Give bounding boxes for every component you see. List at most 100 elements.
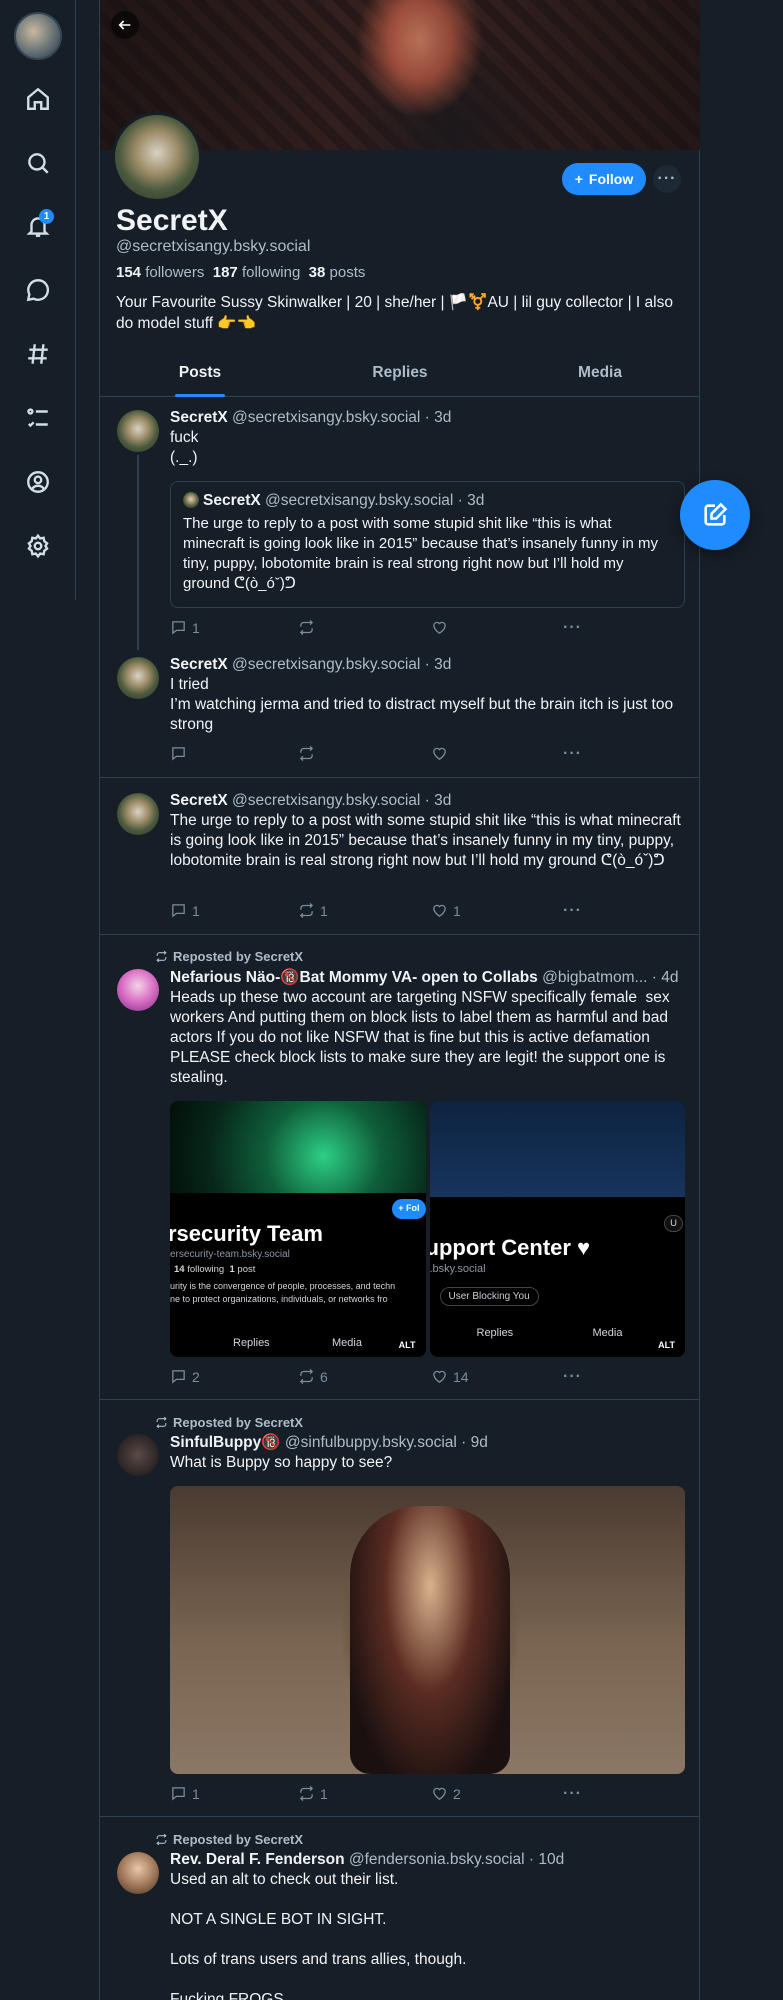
hashtag-icon[interactable] bbox=[20, 336, 56, 372]
like-count: 1 bbox=[453, 902, 461, 919]
followers-count[interactable]: 154 bbox=[116, 264, 141, 281]
post-image[interactable] bbox=[170, 1486, 685, 1774]
compose-button[interactable] bbox=[680, 480, 750, 550]
repost-indicator[interactable]: Reposted by SecretX bbox=[155, 1832, 303, 1847]
alt-badge[interactable]: ALT bbox=[394, 1339, 420, 1351]
screenshot-handle: ersecurity-team.bsky.social bbox=[170, 1249, 290, 1260]
repost-icon bbox=[299, 619, 314, 636]
screenshot-title: upport Center ♥ bbox=[429, 1235, 591, 1260]
screenshot-follow-button: + Fol bbox=[392, 1199, 426, 1219]
profile-tabs: Posts Replies Media bbox=[100, 355, 700, 397]
post-text: Heads up these two account are targeting… bbox=[170, 989, 674, 1086]
reply-button[interactable]: 1 bbox=[170, 1785, 200, 1802]
repost-icon bbox=[156, 950, 167, 963]
post-actions: 2 6 14 ··· bbox=[170, 1368, 600, 1386]
post-more-button[interactable]: ··· bbox=[563, 619, 582, 637]
author-name[interactable]: Nefarious Näo-🔞Bat Mommy VA- open to Col… bbox=[170, 969, 538, 986]
like-button[interactable] bbox=[431, 619, 453, 636]
post-text: The urge to reply to a post with some st… bbox=[170, 812, 686, 869]
display-name: SecretX bbox=[116, 204, 228, 237]
author-handle[interactable]: @secretxisangy.bsky.social bbox=[232, 792, 420, 809]
like-button[interactable]: 14 bbox=[431, 1368, 469, 1385]
repost-icon bbox=[299, 1785, 314, 1802]
profile-avatar[interactable] bbox=[112, 112, 202, 202]
tab-posts[interactable]: Posts bbox=[100, 355, 300, 396]
avatar[interactable] bbox=[117, 793, 159, 835]
alt-badge[interactable]: ALT bbox=[654, 1339, 679, 1351]
author-name[interactable]: SinfulBuppy🔞 bbox=[170, 1434, 281, 1451]
screenshot-bio: urity is the convergence of people, proc… bbox=[170, 1281, 396, 1291]
author-handle[interactable]: @secretxisangy.bsky.social bbox=[232, 409, 420, 426]
like-button[interactable]: 1 bbox=[431, 902, 461, 919]
avatar[interactable] bbox=[117, 969, 159, 1011]
repost-button[interactable]: 6 bbox=[298, 1368, 328, 1385]
author-handle[interactable]: @sinfulbuppy.bsky.social bbox=[285, 1434, 457, 1451]
repost-button[interactable] bbox=[298, 619, 320, 636]
divider bbox=[100, 934, 700, 935]
tab-media[interactable]: Media bbox=[500, 355, 700, 396]
reply-button[interactable]: 1 bbox=[170, 902, 200, 919]
profile-icon[interactable] bbox=[20, 464, 56, 500]
reply-button[interactable] bbox=[170, 745, 192, 762]
author-name[interactable]: SecretX bbox=[170, 792, 228, 809]
repost-icon bbox=[156, 1833, 167, 1846]
followers-label[interactable]: followers bbox=[145, 264, 204, 281]
heart-icon bbox=[433, 1787, 446, 1800]
author-name[interactable]: Rev. Deral F. Fenderson bbox=[170, 1851, 345, 1868]
screenshot-tab: Media bbox=[592, 1327, 623, 1339]
repost-indicator[interactable]: Reposted by SecretX bbox=[155, 949, 303, 964]
like-button[interactable] bbox=[431, 745, 453, 762]
reply-button[interactable]: 1 bbox=[170, 619, 200, 636]
repost-button[interactable]: 1 bbox=[298, 902, 328, 919]
reply-icon bbox=[172, 621, 185, 635]
screenshot-bio: ne to protect organizations, individuals… bbox=[170, 1294, 388, 1304]
list-icon[interactable] bbox=[20, 400, 56, 436]
screenshot-stats: 14 following 1 post bbox=[174, 1264, 256, 1275]
reply-button[interactable]: 2 bbox=[170, 1368, 200, 1385]
tab-replies[interactable]: Replies bbox=[300, 355, 500, 396]
gear-icon[interactable] bbox=[20, 528, 56, 564]
post-text: fuck (._.) bbox=[170, 429, 199, 466]
post-actions: 1 1 1 ··· bbox=[170, 902, 600, 920]
author-handle[interactable]: @secretxisangy.bsky.social bbox=[232, 656, 420, 673]
avatar[interactable] bbox=[117, 657, 159, 699]
repost-button[interactable]: 1 bbox=[298, 1785, 328, 1802]
following-count[interactable]: 187 bbox=[213, 264, 238, 281]
repost-icon bbox=[299, 1368, 314, 1385]
follow-button[interactable]: + Follow bbox=[562, 163, 646, 195]
divider bbox=[100, 777, 700, 778]
post-image[interactable]: U upport Center ♥ .bsky.social User Bloc… bbox=[429, 1101, 685, 1357]
profile-more-button[interactable]: ··· bbox=[653, 165, 681, 193]
heart-icon bbox=[433, 747, 446, 760]
current-user-avatar[interactable] bbox=[14, 12, 62, 60]
post-media-grid: + Fol rsecurity Team ersecurity-team.bsk… bbox=[170, 1101, 685, 1357]
repost-button[interactable] bbox=[298, 745, 320, 762]
like-button[interactable]: 2 bbox=[431, 1785, 461, 1802]
author-name[interactable]: SecretX bbox=[170, 409, 228, 426]
repost-icon bbox=[299, 902, 314, 919]
repost-indicator[interactable]: Reposted by SecretX bbox=[155, 1415, 303, 1430]
search-icon[interactable] bbox=[20, 145, 56, 181]
left-nav: 1 bbox=[0, 0, 76, 600]
quoted-post[interactable]: SecretX @secretxisangy.bsky.social · 3d … bbox=[170, 481, 685, 608]
back-button[interactable] bbox=[111, 11, 139, 39]
screenshot-blocking-pill: User Blocking You bbox=[439, 1287, 539, 1306]
home-icon[interactable] bbox=[20, 81, 56, 117]
following-label[interactable]: following bbox=[242, 264, 300, 281]
author-name[interactable]: SecretX bbox=[170, 656, 228, 673]
author-handle[interactable]: @fendersonia.bsky.social bbox=[349, 1851, 525, 1868]
avatar[interactable] bbox=[117, 1852, 159, 1894]
avatar[interactable] bbox=[117, 1434, 159, 1476]
post-more-button[interactable]: ··· bbox=[563, 902, 582, 920]
banner-image bbox=[429, 1101, 685, 1197]
chat-icon[interactable] bbox=[20, 272, 56, 308]
notifications-button[interactable]: 1 bbox=[20, 208, 56, 244]
post-more-button[interactable]: ··· bbox=[563, 1785, 582, 1803]
post-more-button[interactable]: ··· bbox=[563, 1368, 582, 1386]
author-handle[interactable]: @bigbatmom... bbox=[542, 969, 647, 986]
post-image[interactable]: + Fol rsecurity Team ersecurity-team.bsk… bbox=[170, 1101, 426, 1357]
screenshot-tab: Replies bbox=[476, 1327, 514, 1339]
post-more-button[interactable]: ··· bbox=[563, 745, 582, 763]
avatar[interactable] bbox=[117, 410, 159, 452]
avatar bbox=[183, 492, 199, 508]
